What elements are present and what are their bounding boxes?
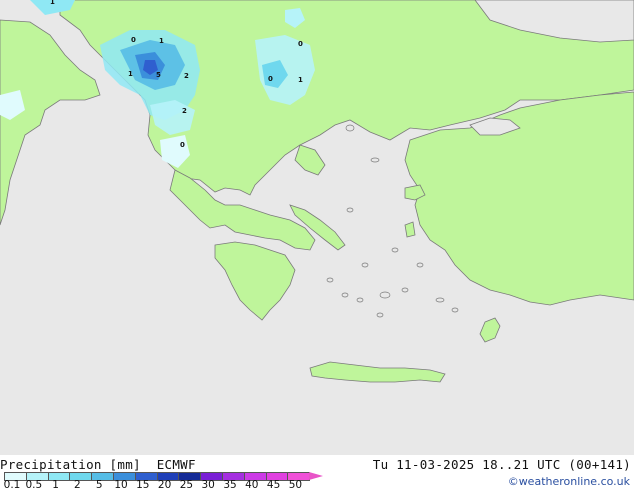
precip-label: 1: [298, 76, 303, 84]
scale-tick-label: 0.5: [25, 479, 43, 491]
credit-link[interactable]: ©weatheronline.co.uk: [508, 475, 630, 488]
precip-label: 1: [128, 70, 133, 78]
scale-tick-label: 50: [288, 479, 303, 491]
scale-tick-label: 5: [95, 479, 103, 491]
precip-label: 0: [131, 36, 136, 44]
scale-tick-label: 25: [179, 479, 194, 491]
legend-title-text: Precipitation [mm]: [0, 457, 141, 472]
scale-tick-label: 1: [52, 479, 59, 491]
scale-tick-label: 20: [157, 479, 172, 491]
precip-label: 0: [180, 141, 185, 149]
precip-label: 5: [156, 71, 161, 79]
precip-label: 0: [298, 40, 303, 48]
scale-tick-label: 40: [245, 479, 259, 491]
model-name: ECMWF: [156, 457, 196, 472]
precip-label: 1: [159, 37, 164, 45]
precip-label: 0: [268, 75, 273, 83]
scale-tick-label: 45: [266, 479, 281, 491]
color-scale-ticks: 0.1 0.5 1 2 5 10 15 20 25 30 35 40 45 50: [0, 479, 340, 491]
scale-tick-label: 30: [201, 479, 215, 491]
land-chios: [404, 221, 416, 238]
scale-tick-label: 10: [114, 479, 128, 491]
scale-tick-label: 15: [136, 479, 150, 491]
legend-title: Precipitation [mm] ECMWF: [0, 457, 196, 472]
precipitation-map: 1 0 1 1 5 2 2 0 0 0 1: [0, 0, 634, 455]
scale-tick-label: 0.1: [3, 479, 21, 491]
precip-label: 1: [50, 0, 55, 6]
scale-tick-label: 35: [223, 479, 237, 491]
precip-label: 2: [182, 107, 187, 115]
forecast-datetime: Tu 11-03-2025 18..21 UTC (00+141): [372, 457, 631, 472]
precip-label: 2: [184, 72, 189, 80]
scale-tick-label: 2: [74, 479, 81, 491]
